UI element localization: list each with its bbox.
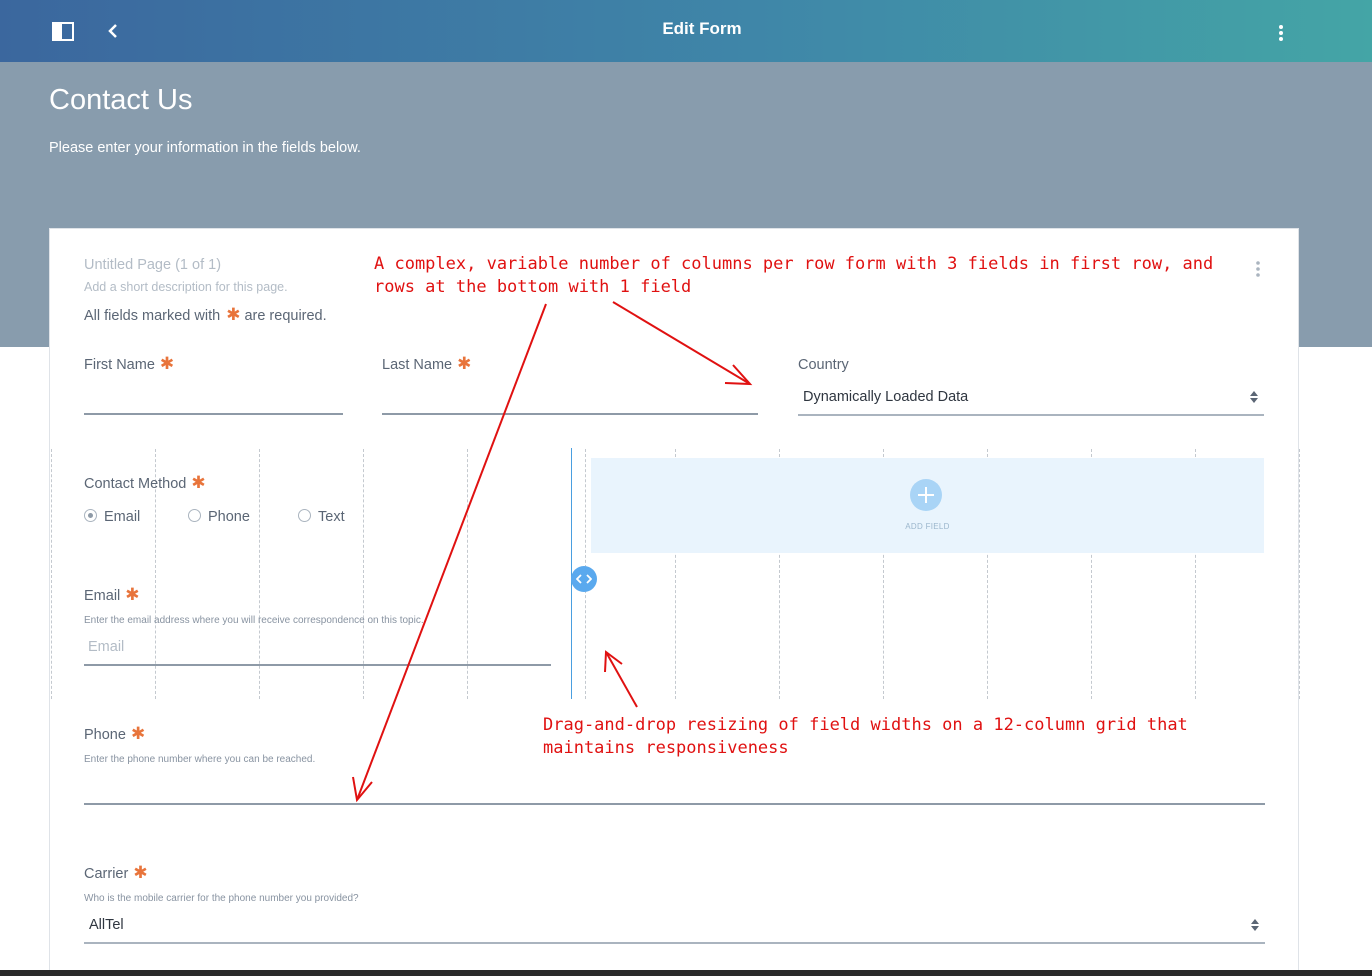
phone-help: Enter the phone number where you can be … <box>84 754 316 765</box>
app-bar: Edit Form <box>0 0 1372 62</box>
required-star-icon: ✱ <box>226 305 241 324</box>
plus-icon[interactable] <box>910 479 942 511</box>
required-star-icon: ✱ <box>457 354 472 373</box>
annotation-bottom-line1: Drag-and-drop resizing of field widths o… <box>543 715 1188 735</box>
grid-guide <box>363 449 364 699</box>
radio-email-label: Email <box>104 509 141 525</box>
form-description: Please enter your information in the fie… <box>49 140 361 156</box>
country-select-value: Dynamically Loaded Data <box>803 389 969 405</box>
first-name-label: First Name ✱ <box>84 354 175 373</box>
more-vertical-icon[interactable] <box>1270 22 1292 44</box>
phone-label-text: Phone <box>84 727 126 743</box>
required-star-icon: ✱ <box>133 863 148 882</box>
contact-method-label-text: Contact Method <box>84 476 187 492</box>
page-menu-icon[interactable] <box>1248 259 1268 279</box>
page-title: Edit Form <box>662 19 742 38</box>
contact-method-label: Contact Method ✱ <box>84 473 206 492</box>
carrier-select-value: AllTel <box>89 917 124 933</box>
required-star-icon: ✱ <box>125 585 140 604</box>
required-note: All fields marked with ✱ are required. <box>84 305 327 324</box>
annotation-bottom-line2: maintains responsiveness <box>543 738 789 758</box>
last-name-label-text: Last Name <box>382 357 453 373</box>
radio-unchecked-icon <box>188 509 201 522</box>
page-description[interactable]: Add a short description for this page. <box>84 280 288 294</box>
first-name-input[interactable] <box>84 413 343 415</box>
annotation-top-line2: rows at the bottom with 1 field <box>374 277 692 297</box>
country-select[interactable]: Dynamically Loaded Data <box>798 379 1264 416</box>
required-star-icon: ✱ <box>130 724 146 743</box>
required-star-icon: ✱ <box>159 354 175 373</box>
last-name-input[interactable] <box>382 413 758 415</box>
radio-unchecked-icon <box>298 509 311 522</box>
add-field-label: ADD FIELD <box>905 522 950 531</box>
annotation-top-line1: A complex, variable number of columns pe… <box>374 254 1214 274</box>
resize-handle-icon[interactable] <box>571 566 597 592</box>
first-name-label-text: First Name <box>84 357 155 373</box>
email-field[interactable] <box>84 664 551 666</box>
window-bottom-edge <box>0 970 1372 976</box>
page-name[interactable]: Untitled Page (1 of 1) <box>84 257 221 273</box>
required-note-suffix: are required. <box>244 308 327 324</box>
carrier-help: Who is the mobile carrier for the phone … <box>84 893 359 904</box>
email-help: Enter the email address where you will r… <box>84 615 424 626</box>
carrier-label: Carrier ✱ <box>84 863 148 882</box>
select-arrows-icon <box>1250 391 1258 403</box>
radio-phone-label: Phone <box>208 509 250 525</box>
grid-guide <box>259 449 260 699</box>
annotation-bottom: Drag-and-drop resizing of field widths o… <box>543 714 1188 760</box>
form-page-card: Untitled Page (1 of 1) Add a short descr… <box>49 228 1300 976</box>
email-label: Email ✱ <box>84 585 140 604</box>
grid-guide <box>1299 449 1300 699</box>
last-name-label: Last Name ✱ <box>382 354 472 373</box>
add-field-dropzone[interactable]: ADD FIELD <box>591 458 1264 553</box>
radio-checked-icon <box>84 509 97 522</box>
phone-field[interactable] <box>84 803 1265 805</box>
annotation-top: A complex, variable number of columns pe… <box>374 253 1213 299</box>
grid-guide <box>51 449 52 699</box>
email-placeholder: Email <box>88 639 125 655</box>
grid-guide <box>467 449 468 699</box>
carrier-label-text: Carrier <box>84 866 129 882</box>
required-star-icon: ✱ <box>191 473 206 492</box>
required-note-prefix: All fields marked with <box>84 308 221 324</box>
radio-text-label: Text <box>318 509 345 525</box>
form-title: Contact Us <box>49 84 193 116</box>
email-label-text: Email <box>84 588 121 604</box>
select-arrows-icon <box>1251 919 1259 931</box>
country-label: Country <box>798 357 849 373</box>
carrier-select[interactable]: AllTel <box>84 907 1265 944</box>
phone-label: Phone ✱ <box>84 724 146 743</box>
